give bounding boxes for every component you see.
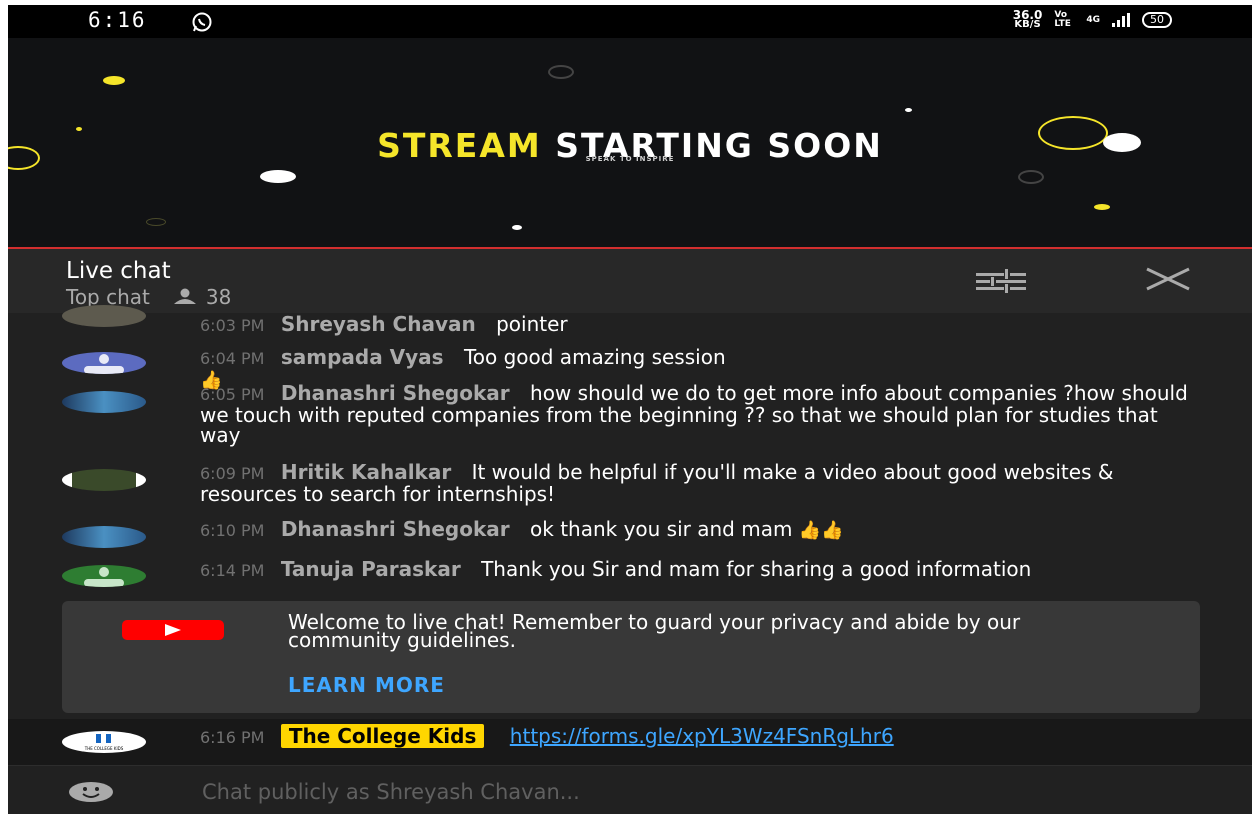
avatar — [62, 352, 146, 374]
latest-message: THE COLLEGE KIDS 6:16 PM The College Kid… — [8, 719, 1252, 765]
message-text: Thank you Sir and mam for sharing a good… — [481, 557, 1032, 581]
youtube-logo-icon — [122, 620, 224, 640]
message-time: 6:14 PM — [200, 561, 265, 580]
network-speed: 36.0 KB/S — [1012, 8, 1043, 30]
message-author: Dhanashri Shegokar — [280, 381, 510, 405]
message-link[interactable]: https://forms.gle/xpYL3Wz4FSnRgLhr6 — [510, 724, 894, 748]
message-author: Tanuja Paraskar — [280, 557, 461, 581]
message-time: 6:10 PM — [200, 521, 265, 540]
signal-icon — [1112, 13, 1130, 27]
decor-dot — [260, 170, 296, 183]
status-bar: 6:16 36.0 KB/S Vo LTE 4G 50 — [8, 5, 1252, 38]
decor-dot — [905, 108, 912, 112]
emoji-icon[interactable] — [68, 781, 114, 807]
phone-screen: 6:16 36.0 KB/S Vo LTE 4G 50 STREAM START… — [8, 5, 1252, 814]
close-icon[interactable] — [1145, 267, 1191, 295]
message-time: 6:05 PM — [200, 385, 265, 404]
filter-icon[interactable] — [976, 269, 1026, 297]
network-type: 4G — [1086, 15, 1100, 25]
viewer-count: 38 — [205, 285, 232, 309]
message-text: pointer — [496, 312, 568, 336]
chat-title: Live chat — [66, 258, 171, 284]
status-time: 6:16 — [88, 8, 147, 32]
status-icons: 36.0 KB/S Vo LTE 4G 50 — [1012, 8, 1172, 30]
owner-badge: The College Kids — [280, 724, 485, 748]
message-time: 6:16 PM — [200, 728, 265, 747]
message-time: 6:03 PM — [200, 316, 265, 335]
decor-ring — [548, 65, 574, 79]
thumbs-up-emoji: 👍👍 — [798, 520, 844, 541]
decor-dot — [512, 225, 522, 230]
avatar — [62, 526, 146, 548]
decor-ring — [1018, 170, 1044, 184]
avatar — [62, 469, 146, 491]
message-time: 6:04 PM — [200, 349, 265, 368]
message-text: Too good amazing session — [463, 345, 726, 369]
message-author: Dhanashri Shegokar — [280, 517, 510, 541]
video-player[interactable]: STREAM STARTING SOON SPEAK TO INSPIRE — [8, 38, 1252, 249]
message-text: ok thank you sir and mam — [530, 517, 793, 541]
avatar — [62, 391, 146, 413]
svg-text:THE COLLEGE KIDS: THE COLLEGE KIDS — [84, 746, 124, 751]
chat-input[interactable] — [200, 778, 1104, 806]
decor-dot — [1094, 204, 1110, 210]
learn-more-link[interactable]: LEARN MORE — [288, 673, 445, 697]
volte-icon: Vo LTE — [1054, 10, 1071, 29]
message-author: Hritik Kahalkar — [280, 460, 452, 484]
decor-ring — [146, 218, 166, 226]
chat-header: Live chat Top chat 38 — [8, 249, 1252, 313]
viewers-icon — [172, 285, 198, 309]
avatar — [62, 305, 146, 327]
welcome-card: Welcome to live chat! Remember to guard … — [62, 601, 1200, 713]
whatsapp-icon — [191, 11, 213, 37]
stream-subtitle: SPEAK TO INSPIRE — [585, 155, 675, 163]
welcome-text: Welcome to live chat! Remember to guard … — [288, 610, 1021, 652]
decor-dot — [103, 76, 125, 85]
chat-input-bar — [8, 765, 1252, 814]
message-time: 6:09 PM — [200, 464, 265, 483]
avatar — [62, 565, 146, 587]
message-author: Shreyash Chavan — [280, 312, 476, 336]
message-author: sampada Vyas — [280, 345, 444, 369]
avatar: THE COLLEGE KIDS — [62, 731, 146, 753]
battery-icon: 50 — [1142, 12, 1172, 28]
